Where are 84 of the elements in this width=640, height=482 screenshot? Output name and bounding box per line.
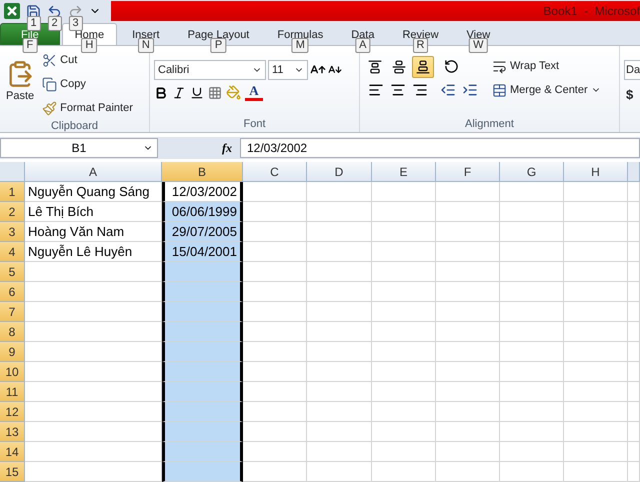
format-painter-button[interactable]: Format Painter (40, 98, 135, 118)
scissors-icon (42, 52, 58, 68)
keytip: F (22, 38, 38, 53)
column-header[interactable]: E (372, 162, 436, 182)
table-cell: Nguyễn Quang Sáng (25, 182, 162, 202)
column-header[interactable]: A (25, 162, 162, 182)
group-label: Clipboard (50, 119, 100, 134)
column-header[interactable]: H (564, 162, 628, 182)
row-header[interactable]: 3 (0, 222, 25, 242)
font-color-button[interactable]: A (245, 84, 263, 101)
column-header[interactable]: G (500, 162, 564, 182)
group-label: Alignment (465, 117, 514, 132)
align-lines-icon (416, 60, 430, 74)
keytip: 1 (26, 16, 41, 30)
keytip: H (81, 38, 98, 53)
merge-center-button[interactable]: Merge & Center (490, 80, 603, 100)
row-header[interactable]: 7 (0, 302, 25, 322)
orientation-icon[interactable] (444, 59, 459, 74)
row-header[interactable]: 4 (0, 242, 25, 262)
keytip: W (469, 38, 488, 53)
keytip: R (412, 38, 428, 53)
app-logo-icon (4, 3, 20, 19)
table-cell: 29/07/2005 (162, 222, 243, 242)
row-header[interactable]: 6 (0, 282, 25, 302)
redo-icon[interactable] (68, 4, 83, 18)
row-header[interactable]: 12 (0, 402, 25, 422)
column-header[interactable]: F (436, 162, 500, 182)
keytip: M (292, 38, 309, 53)
column-header[interactable]: B (162, 162, 243, 182)
window-title: Book1 - Microsof (543, 4, 640, 18)
font-size-field[interactable]: 11 (268, 60, 308, 80)
vertical-align-button[interactable] (412, 56, 434, 78)
column-header[interactable]: D (307, 162, 372, 182)
italic-icon[interactable] (172, 86, 186, 100)
cut-button[interactable]: Cut (40, 50, 135, 70)
currency-button[interactable]: $ (624, 84, 640, 104)
align-left-icon[interactable] (368, 82, 384, 98)
bold-icon[interactable] (154, 86, 168, 100)
align-center-icon[interactable] (390, 82, 406, 98)
underline-icon[interactable] (190, 86, 204, 100)
keytip: P (210, 38, 226, 53)
table-cell: Nguyễn Lê Huyên (25, 242, 162, 262)
align-lines-icon (392, 60, 406, 74)
table-cell: Hoàng Văn Nam (25, 222, 162, 242)
row-header[interactable]: 8 (0, 322, 25, 342)
keytip: 2 (47, 16, 62, 30)
merge-cells-icon (492, 82, 507, 98)
wrap-text-icon (492, 58, 507, 74)
undo-icon[interactable] (47, 4, 62, 18)
keytip: N (138, 38, 154, 53)
group-label: Font (242, 117, 266, 132)
copy-icon (42, 76, 58, 92)
row-header[interactable]: 10 (0, 362, 25, 382)
column-header[interactable]: C (243, 162, 307, 182)
paintbrush-icon (42, 100, 58, 116)
decrease-indent-icon[interactable] (440, 82, 456, 98)
row-header[interactable]: 1 (0, 182, 25, 202)
row-header[interactable]: 13 (0, 422, 25, 442)
formula-input[interactable]: 12/03/2002 (240, 138, 640, 158)
fill-color-icon[interactable] (226, 85, 241, 100)
keytip: 3 (68, 16, 83, 30)
align-right-icon[interactable] (412, 82, 428, 98)
function-label[interactable]: fx (222, 140, 236, 156)
row-header[interactable]: 5 (0, 262, 25, 282)
row-header[interactable]: 15 (0, 462, 25, 482)
table-cell: 06/06/1999 (162, 202, 243, 222)
paste-button[interactable]: Paste (4, 50, 36, 118)
row-header[interactable]: 9 (0, 342, 25, 362)
row-header[interactable]: 2 (0, 202, 25, 222)
font-name-field[interactable]: Calibri (154, 60, 266, 80)
keytip: A (355, 38, 371, 53)
table-cell: 15/04/2001 (162, 242, 243, 262)
row-header[interactable]: 11 (0, 382, 25, 402)
row-header[interactable]: 14 (0, 442, 25, 462)
align-lines-icon (368, 60, 382, 74)
name-box[interactable]: B1 (0, 138, 158, 158)
table-cell: 12/03/2002 (162, 182, 243, 202)
increase-indent-icon[interactable] (462, 82, 478, 98)
number-format-field[interactable]: Da (624, 60, 640, 80)
borders-icon[interactable] (208, 86, 222, 100)
table-cell: Lê Thị Bích (25, 202, 162, 222)
save-icon[interactable] (26, 4, 41, 18)
copy-button[interactable]: Copy (40, 74, 135, 94)
wrap-text-button[interactable]: Wrap Text (490, 56, 603, 76)
